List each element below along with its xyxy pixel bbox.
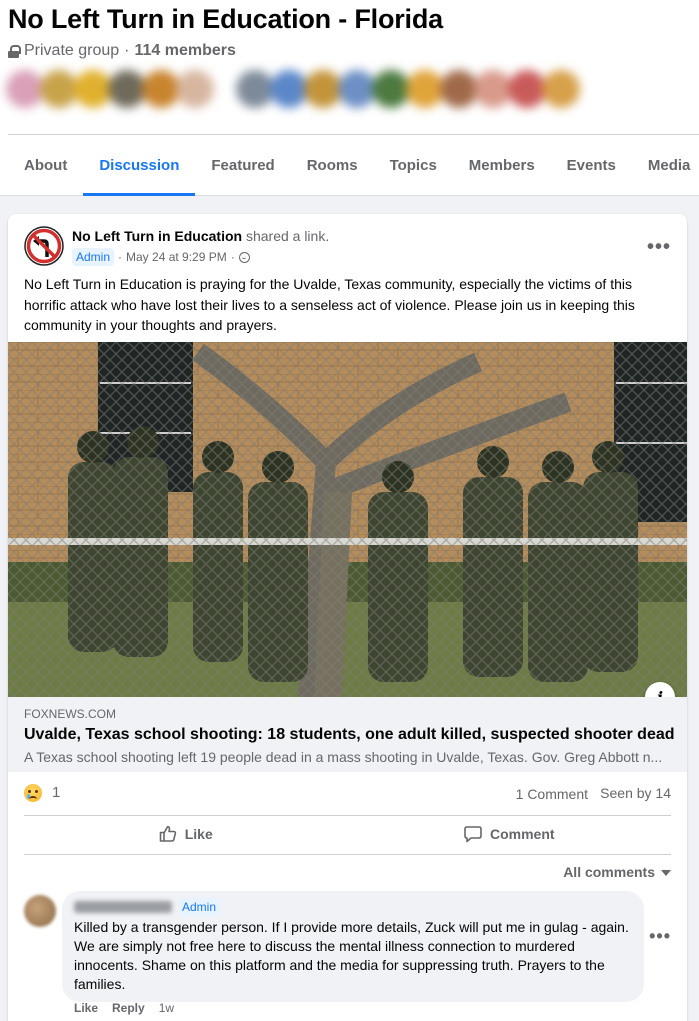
tab-media[interactable]: Media xyxy=(632,135,699,195)
tab-events[interactable]: Events xyxy=(551,135,632,195)
avatar[interactable] xyxy=(508,70,546,108)
comment-text: Killed by a transgender person. If I pro… xyxy=(74,919,629,992)
group-header: No Left Turn in Education - Florida Priv… xyxy=(0,0,699,196)
avatar[interactable] xyxy=(176,70,214,108)
avatar[interactable] xyxy=(108,70,146,108)
avatar[interactable] xyxy=(24,895,56,927)
meta-separator: · xyxy=(124,42,130,59)
divider xyxy=(24,854,671,855)
caret-down-icon xyxy=(661,870,671,876)
avatar[interactable] xyxy=(338,70,376,108)
tab-featured[interactable]: Featured xyxy=(195,135,290,195)
avatar[interactable] xyxy=(474,70,512,108)
comment-label: Comment xyxy=(489,826,555,842)
like-label: Like xyxy=(184,826,213,842)
member-count[interactable]: 114 members xyxy=(135,42,236,60)
avatar[interactable] xyxy=(372,70,410,108)
link-description: A Texas school shooting left 19 people d… xyxy=(24,749,663,765)
post-timestamp[interactable]: May 24 at 9:29 PM xyxy=(126,250,227,264)
thumbs-up-icon xyxy=(159,825,176,842)
like-button[interactable]: Like xyxy=(24,816,348,852)
post-more-button[interactable]: ••• xyxy=(647,237,671,257)
all-comments-label: All comments xyxy=(563,864,655,880)
admin-badge: Admin xyxy=(178,898,221,916)
lock-icon xyxy=(8,44,21,58)
avatar[interactable] xyxy=(236,70,274,108)
comment-reply-button[interactable]: Reply xyxy=(112,1001,145,1015)
commenter-line: Admin xyxy=(74,898,632,916)
sub-separator: · xyxy=(230,250,235,264)
avatar[interactable] xyxy=(542,70,580,108)
group-meta: Private group · 114 members xyxy=(8,42,236,60)
post-card: No Left Turn in Education shared a link.… xyxy=(8,214,687,1021)
comment-icon xyxy=(464,826,482,843)
link-preview-meta[interactable]: FOXNEWS.COM Uvalde, Texas school shootin… xyxy=(8,697,687,772)
comment-age[interactable]: 1w xyxy=(159,1001,174,1015)
comment-like-button[interactable]: Like xyxy=(74,1001,98,1015)
tab-about[interactable]: About xyxy=(8,135,83,195)
post-author-name[interactable]: No Left Turn in Education xyxy=(72,228,242,244)
audience-icon xyxy=(238,251,250,263)
commenter-name[interactable] xyxy=(74,901,172,913)
tab-discussion[interactable]: Discussion xyxy=(83,135,196,196)
post-action: shared a link. xyxy=(245,228,330,244)
post-subline: Admin · May 24 at 9:29 PM · xyxy=(72,248,250,266)
group-title[interactable]: No Left Turn in Education - Florida xyxy=(8,4,443,35)
avatar[interactable] xyxy=(270,70,308,108)
tear-icon xyxy=(27,794,30,799)
page-avatar[interactable] xyxy=(24,226,64,266)
group-tabs: About Discussion Featured Rooms Topics M… xyxy=(8,135,699,196)
post-header: No Left Turn in Education shared a link.… xyxy=(24,226,671,274)
group-privacy: Private group xyxy=(24,42,120,59)
tab-rooms[interactable]: Rooms xyxy=(291,135,374,195)
avatar[interactable] xyxy=(304,70,342,108)
comment-bubble: Admin Killed by a transgender person. If… xyxy=(62,891,644,1002)
seen-by[interactable]: Seen by 14 xyxy=(600,785,671,801)
comment-actions: Like Reply 1w xyxy=(74,1001,174,1015)
sad-reaction-icon[interactable] xyxy=(24,784,42,802)
link-preview-image[interactable] xyxy=(8,342,687,697)
member-avatars[interactable] xyxy=(4,66,594,112)
all-comments-filter[interactable]: All comments xyxy=(563,864,671,880)
no-left-turn-icon xyxy=(24,226,64,266)
link-domain: FOXNEWS.COM xyxy=(24,707,116,721)
post-actions: Like Comment xyxy=(24,816,671,852)
link-title[interactable]: Uvalde, Texas school shooting: 18 studen… xyxy=(24,726,675,744)
avatar[interactable] xyxy=(406,70,444,108)
avatar[interactable] xyxy=(40,70,78,108)
reactions-row: 1 1 Comment Seen by 14 xyxy=(24,782,671,804)
avatar[interactable] xyxy=(6,70,44,108)
sub-separator: · xyxy=(118,250,123,264)
tab-members[interactable]: Members xyxy=(453,135,551,195)
avatar[interactable] xyxy=(74,70,112,108)
avatar[interactable] xyxy=(142,70,180,108)
avatar[interactable] xyxy=(440,70,478,108)
comment-more-button[interactable]: ••• xyxy=(649,927,671,945)
post-author-line: No Left Turn in Education shared a link. xyxy=(72,228,329,244)
post-text: No Left Turn in Education is praying for… xyxy=(24,276,635,333)
comment-button[interactable]: Comment xyxy=(348,816,672,852)
tab-topics[interactable]: Topics xyxy=(374,135,453,195)
comment-count[interactable]: 1 Comment xyxy=(516,786,588,802)
reaction-count[interactable]: 1 xyxy=(52,784,60,801)
admin-badge: Admin xyxy=(72,248,115,266)
